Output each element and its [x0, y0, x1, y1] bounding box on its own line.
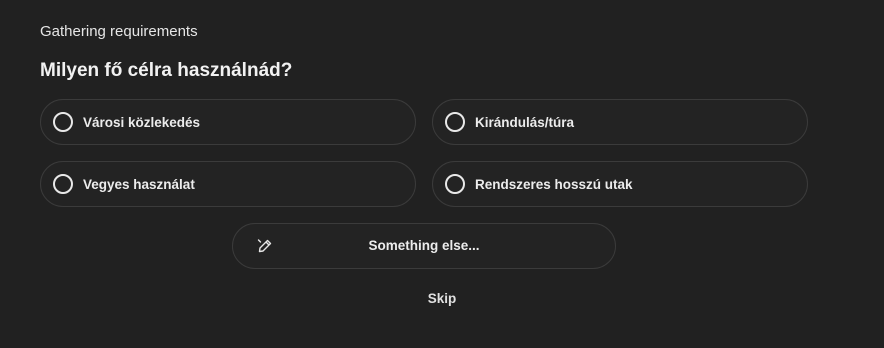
option-varosi-kozlekedes[interactable]: Városi közlekedés — [40, 99, 416, 145]
requirements-panel: Gathering requirements Milyen fő célra h… — [0, 0, 884, 348]
radio-icon[interactable] — [53, 174, 73, 194]
option-rendszeres-hosszu-utak[interactable]: Rendszeres hosszú utak — [432, 161, 808, 207]
something-else-button[interactable]: Something else... — [232, 223, 616, 269]
radio-icon[interactable] — [445, 112, 465, 132]
option-label: Kirándulás/túra — [475, 114, 575, 130]
option-label: Rendszeres hosszú utak — [475, 176, 633, 192]
panel-title: Gathering requirements — [40, 23, 198, 40]
option-label: Városi közlekedés — [83, 114, 201, 130]
radio-icon[interactable] — [445, 174, 465, 194]
skip-button[interactable]: Skip — [0, 291, 884, 306]
question-heading: Milyen fő célra használnád? — [40, 60, 293, 81]
option-kirandulas-tura[interactable]: Kirándulás/túra — [432, 99, 808, 145]
option-vegyes-hasznalat[interactable]: Vegyes használat — [40, 161, 416, 207]
radio-icon[interactable] — [53, 112, 73, 132]
something-else-label: Something else... — [368, 238, 480, 253]
option-label: Vegyes használat — [83, 176, 195, 192]
